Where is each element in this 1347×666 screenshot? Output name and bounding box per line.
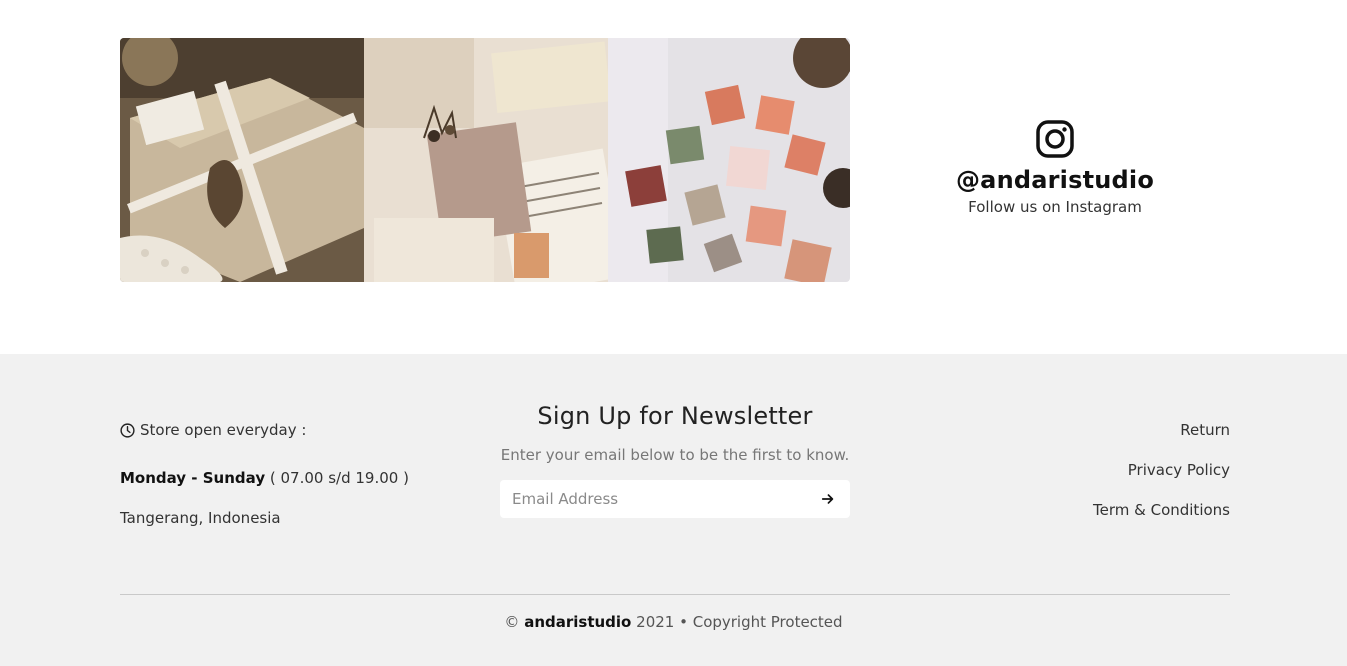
instagram-section: @andaristudio Follow us on Instagram — [0, 0, 1347, 354]
store-open-label: Store open everyday : — [140, 421, 307, 439]
footer-links: Return Privacy Policy Term & Conditions — [1093, 420, 1230, 540]
newsletter-form — [500, 480, 850, 518]
store-hours: Monday - Sunday ( 07.00 s/d 19.00 ) — [120, 468, 450, 488]
arrow-right-icon — [821, 494, 834, 504]
footer-link-privacy-policy[interactable]: Privacy Policy — [1093, 460, 1230, 480]
copyright: © andaristudio 2021 • Copyright Protecte… — [0, 613, 1347, 631]
instagram-follow[interactable]: @andaristudio Follow us on Instagram — [940, 120, 1170, 216]
newsletter-description: Enter your email below to be the first t… — [500, 446, 850, 464]
email-input[interactable] — [512, 490, 792, 508]
instagram-handle[interactable]: @andaristudio — [940, 166, 1170, 194]
newsletter: Sign Up for Newsletter Enter your email … — [500, 402, 850, 518]
ephemera-photo — [364, 38, 608, 282]
store-days: Monday - Sunday — [120, 469, 266, 487]
clock-icon — [120, 422, 135, 438]
copyright-symbol: © — [504, 613, 520, 631]
instagram-gallery — [120, 38, 850, 282]
footer-divider — [120, 594, 1230, 595]
copyright-brand: andaristudio — [524, 613, 632, 631]
footer: Store open everyday : Monday - Sunday ( … — [0, 354, 1347, 666]
gift-box-photo — [120, 38, 364, 282]
stamps-photo — [608, 38, 850, 282]
store-info: Store open everyday : Monday - Sunday ( … — [120, 420, 450, 528]
instagram-photo-ephemera[interactable] — [364, 38, 608, 282]
instagram-follow-text: Follow us on Instagram — [968, 198, 1142, 216]
store-open-row: Store open everyday : — [120, 420, 450, 440]
footer-link-return[interactable]: Return — [1093, 420, 1230, 440]
newsletter-title: Sign Up for Newsletter — [537, 402, 813, 430]
newsletter-submit-button[interactable] — [818, 489, 838, 509]
copyright-text: 2021 • Copyright Protected — [636, 613, 843, 631]
instagram-photo-gift-box[interactable] — [120, 38, 364, 282]
store-time: ( 07.00 s/d 19.00 ) — [269, 469, 409, 487]
instagram-photo-stamps[interactable] — [608, 38, 850, 282]
footer-link-terms[interactable]: Term & Conditions — [1093, 500, 1230, 520]
store-location: Tangerang, Indonesia — [120, 509, 281, 527]
instagram-icon[interactable] — [1036, 120, 1074, 158]
